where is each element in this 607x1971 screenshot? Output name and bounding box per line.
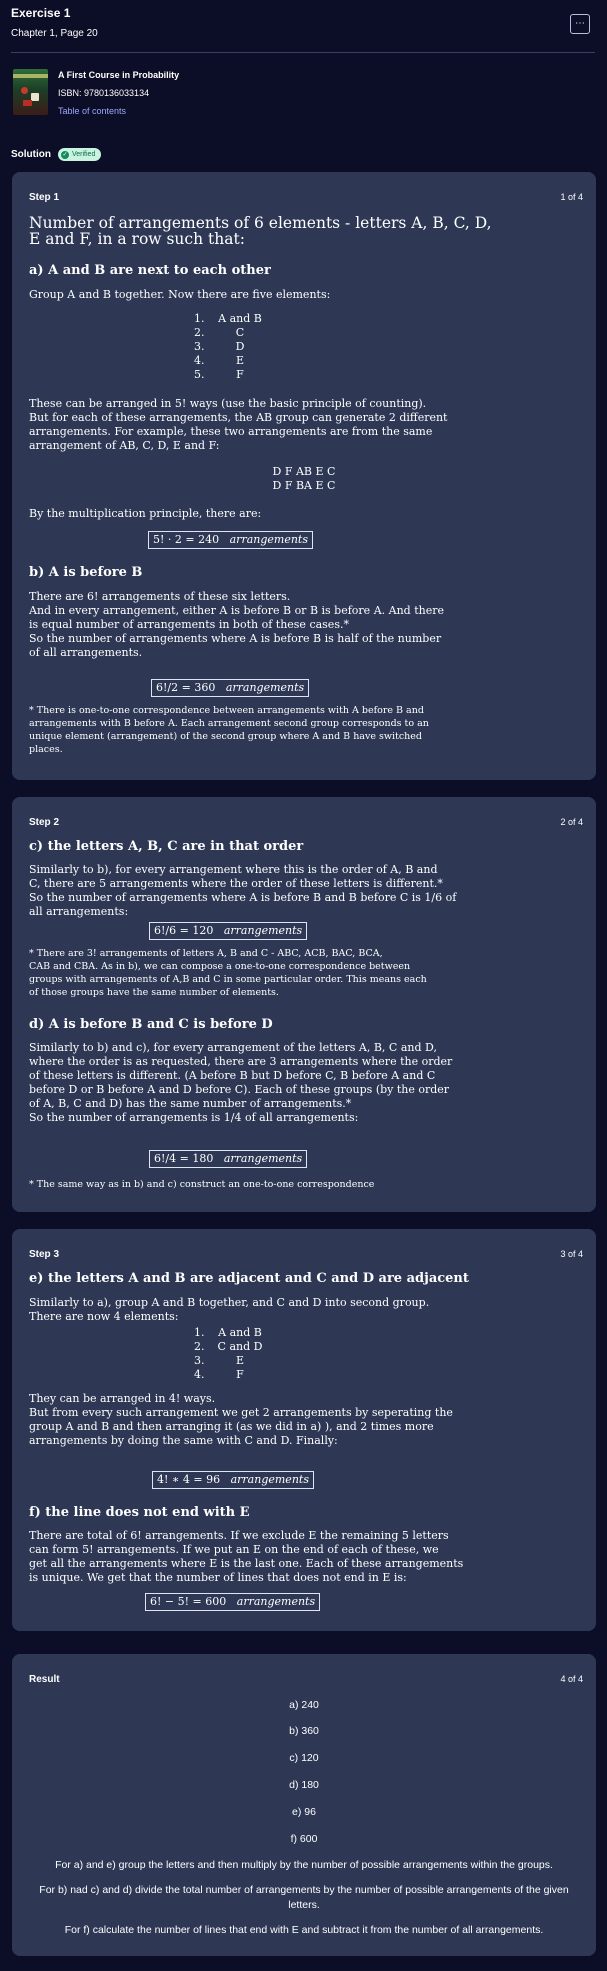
step-count: 1 of 4 [560, 192, 583, 202]
step-title: Step 3 [29, 1249, 60, 1260]
solution-header: Solution ✓ Verified [11, 148, 102, 161]
part-b-heading: b) A is before B [29, 565, 143, 580]
book-isbn: ISBN: 9780136033134 [58, 88, 150, 98]
result-box-d: 6!/4 = 180 arrangements [149, 1150, 308, 1168]
step-1-card: Step 1 1 of 4 Number of arrangements of … [12, 172, 596, 780]
intro-line: Number of arrangements of 6 elements - l… [29, 214, 492, 232]
book-cover-image[interactable] [13, 69, 48, 115]
step-2-card: Step 2 2 of 4 c) the letters A, B, C are… [12, 797, 596, 1212]
part-a-paragraph: These can be arranged in 5! ways (use th… [29, 397, 448, 452]
part-c-heading: c) the letters A, B, C are in that order [29, 839, 304, 854]
more-options-button[interactable]: ⋯ [570, 14, 590, 34]
multiplication-text: By the multiplication principle, there a… [29, 507, 262, 520]
answer-d: d) 180 [289, 1779, 319, 1791]
result-box-c: 6!/6 = 120 arrangements [149, 922, 308, 940]
answer-a: a) 240 [289, 1699, 319, 1711]
result-box-b: 6!/2 = 360 arrangements [151, 679, 310, 697]
check-icon: ✓ [61, 150, 69, 159]
part-c-paragraph: Similarly to b), for every arrangement w… [29, 863, 457, 918]
step-count: 2 of 4 [560, 817, 583, 827]
part-a-text: Group A and B together. Now there are fi… [29, 288, 331, 301]
verified-label: Verified [72, 151, 96, 158]
exercise-title: Exercise 1 [11, 6, 71, 20]
result-note: For a) and e) group the letters and then… [55, 1859, 553, 1871]
step-count: 4 of 4 [560, 1674, 583, 1684]
header-divider [11, 52, 595, 53]
page-header: Exercise 1 Chapter 1, Page 20 [11, 6, 98, 41]
result-box-a: 5! · 2 = 240 arrangements [148, 531, 313, 549]
step-title: Step 2 [29, 817, 60, 828]
result-card: Result 4 of 4 a) 240 b) 360 c) 120 d) 18… [12, 1654, 596, 1956]
part-f-heading: f) the line does not end with E [29, 1505, 250, 1520]
table-of-contents-link[interactable]: Table of contents [58, 105, 179, 118]
result-note: For f) calculate the number of lines tha… [64, 1924, 544, 1936]
part-e-heading: e) the letters A and B are adjacent and … [29, 1271, 469, 1286]
example-2: D F BA E C [272, 479, 336, 492]
example-1: D F AB E C [272, 465, 336, 478]
step1-intro: Number of arrangements of 6 elements - l… [29, 215, 492, 247]
book-title[interactable]: A First Course in Probability [58, 69, 179, 82]
result-box-f: 6! − 5! = 600 arrangements [145, 1593, 321, 1611]
more-icon: ⋯ [575, 18, 585, 29]
verified-badge: ✓ Verified [58, 148, 102, 161]
book-info: A First Course in Probability ISBN: 9780… [58, 69, 179, 118]
solution-label: Solution [11, 149, 51, 160]
step-count: 3 of 4 [560, 1249, 583, 1259]
chapter-page: Chapter 1, Page 20 [11, 28, 98, 39]
result-note: For b) nad c) and d) divide the total nu… [39, 1884, 569, 1896]
part-d-paragraph: Similarly to b) and c), for every arrang… [29, 1041, 453, 1124]
result-note: letters. [288, 1899, 320, 1911]
part-b-paragraph: There are 6! arrangements of these six l… [29, 590, 444, 659]
answer-e: e) 96 [292, 1806, 316, 1818]
step-title: Step 1 [29, 192, 60, 203]
result-box-e: 4! ∗ 4 = 96 arrangements [152, 1471, 314, 1489]
step-3-card: Step 3 3 of 4 e) the letters A and B are… [12, 1229, 596, 1631]
intro-line: E and F, in a row such that: [29, 230, 245, 248]
part-d-footnote: * The same way as in b) and c) construct… [29, 1179, 375, 1190]
part-e-paragraph-1: Similarly to a), group A and B together,… [29, 1296, 430, 1323]
answer-c: c) 120 [289, 1752, 319, 1764]
answer-f: f) 600 [290, 1833, 318, 1845]
part-f-paragraph: There are total of 6! arrangements. If w… [29, 1529, 464, 1584]
part-c-footnote: * There are 3! arrangements of letters A… [29, 948, 427, 998]
part-e-paragraph-2: They can be arranged in 4! ways. But from… [29, 1392, 453, 1447]
example-arrangements: D F AB E C D F BA E C [12, 465, 596, 493]
step-title: Result [29, 1674, 60, 1685]
part-d-heading: d) A is before B and C is before D [29, 1017, 273, 1032]
part-b-footnote: * There is one-to-one correspondence bet… [29, 705, 429, 755]
answer-b: b) 360 [289, 1725, 319, 1737]
part-a-heading: a) A and B are next to each other [29, 263, 271, 278]
